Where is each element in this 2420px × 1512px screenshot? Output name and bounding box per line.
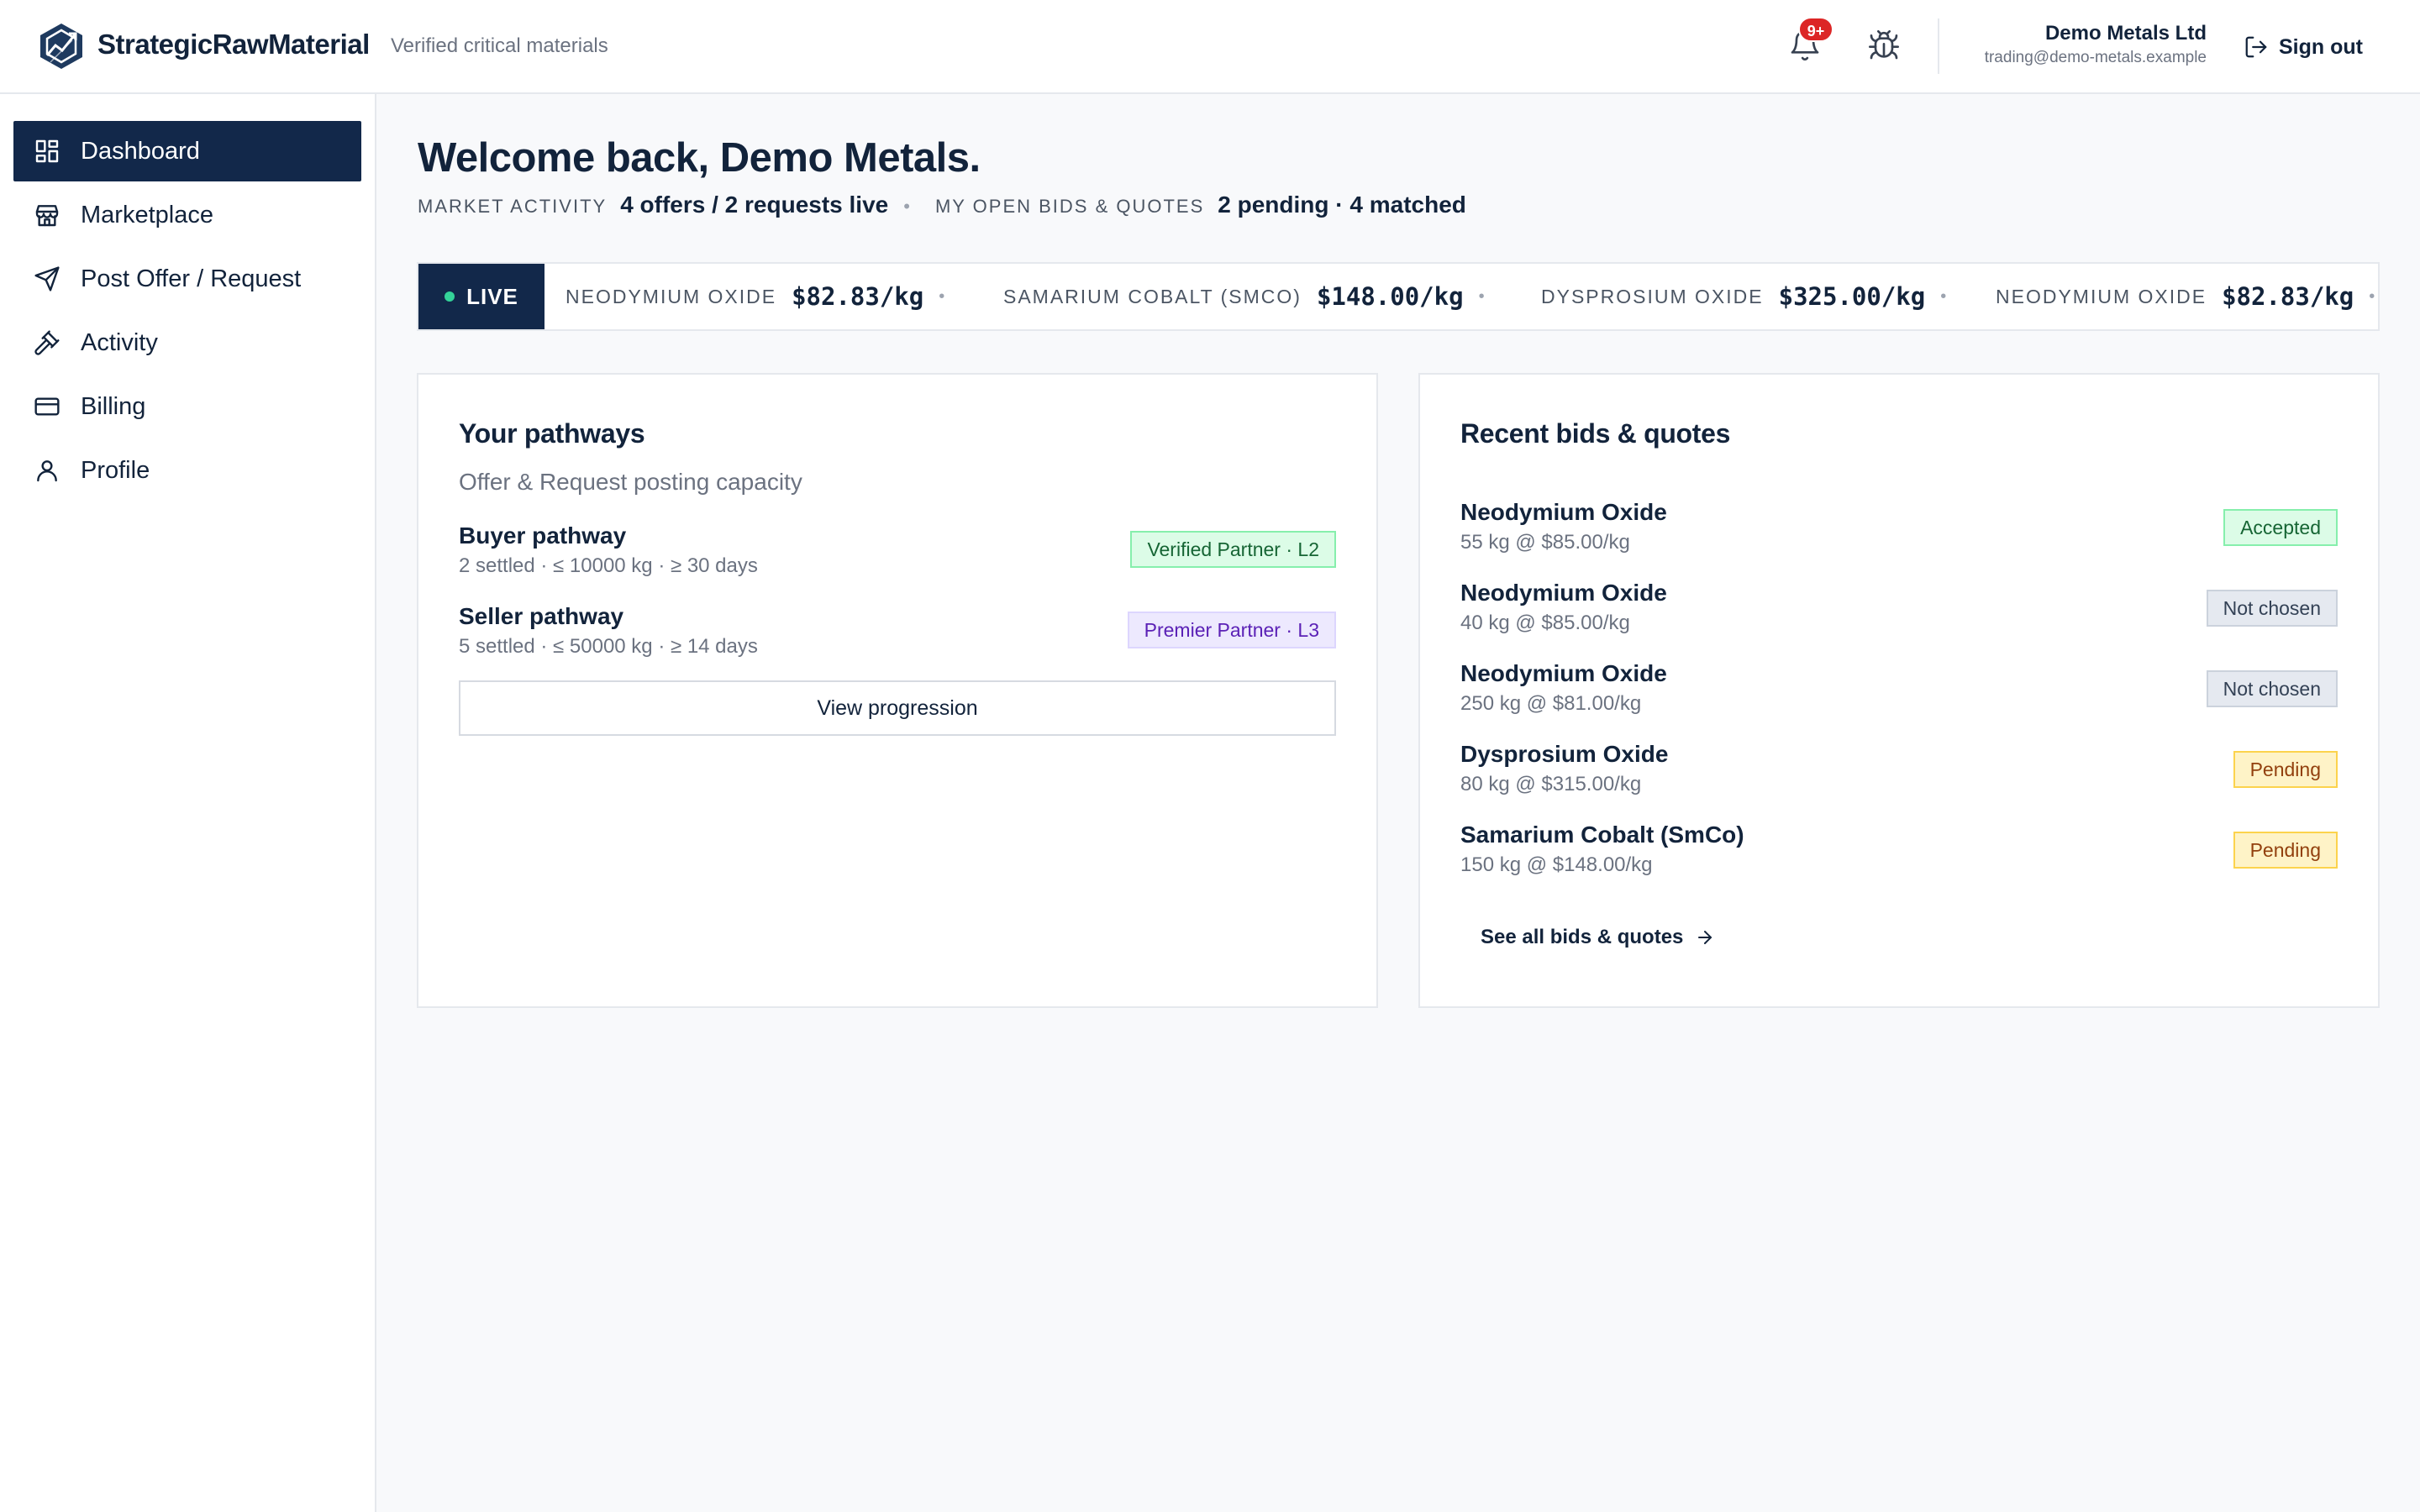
ticker-material: NEODYMIUM OXIDE	[566, 285, 777, 307]
bid-detail: 250 kg @ $81.00/kg	[1460, 692, 1642, 715]
user-icon	[37, 460, 57, 482]
bid-material[interactable]: Dysprosium Oxide	[1460, 741, 1668, 768]
live-indicator: LIVE	[418, 264, 544, 329]
bid-detail: 55 kg @ $85.00/kg	[1460, 531, 1630, 554]
page-title: Welcome back, Demo Metals.	[418, 135, 981, 181]
bid-material[interactable]: Samarium Cobalt (SmCo)	[1460, 822, 1744, 848]
sign-out-label: Sign out	[2279, 34, 2363, 59]
bid-material[interactable]: Neodymium Oxide	[1460, 499, 1667, 526]
dashboard-icon	[35, 139, 59, 163]
pathways-title: Your pathways	[459, 418, 645, 449]
seller-pathway-title: Seller pathway	[459, 603, 624, 629]
bid-detail: 80 kg @ $315.00/kg	[1460, 773, 1642, 795]
sidebar-item-label: Post Offer / Request	[81, 265, 302, 292]
credit-card-icon	[34, 397, 60, 416]
ticker-price: $82.83/kg	[2222, 282, 2354, 311]
open-bids-label: MY OPEN BIDS & QUOTES	[934, 196, 1205, 217]
ticker-item[interactable]: SAMARIUM COBALT (SMCO) $148.00/kg •	[1003, 264, 1485, 329]
see-all-label: See all bids & quotes	[1481, 926, 1684, 948]
sidebar-nav: Dashboard Marketplace Post Offer / Reque…	[0, 94, 376, 1512]
separator-dot: •	[939, 286, 945, 306]
status-badge: Pending	[2233, 832, 2338, 869]
market-activity-value: 4 offers / 2 requests live	[620, 192, 889, 218]
bug-icon	[1869, 30, 1899, 60]
status-badge: Accepted	[2223, 509, 2338, 546]
brand-tagline: Verified critical materials	[391, 34, 608, 57]
buyer-tier-badge: Verified Partner · L2	[1130, 531, 1336, 568]
price-ticker: LIVE NEODYMIUM OXIDE $82.83/kg • SAMARIU…	[417, 262, 2380, 331]
bid-material[interactable]: Neodymium Oxide	[1460, 580, 1667, 606]
brand-logo-icon[interactable]	[37, 22, 86, 71]
ticker-item[interactable]: NEODYMIUM OXIDE $82.83/kg •	[1996, 264, 2375, 329]
sidebar-item-activity[interactable]: Activity	[13, 312, 361, 373]
ticker-price: $82.83/kg	[792, 282, 924, 311]
market-summary: MARKET ACTIVITY 4 offers / 2 requests li…	[418, 192, 1466, 220]
bid-material[interactable]: Neodymium Oxide	[1460, 660, 1667, 687]
buyer-pathway-meta: 2 settled · ≤ 10000 kg · ≥ 30 days	[459, 554, 758, 577]
separator-dot: •	[903, 196, 910, 217]
sidebar-item-label: Marketplace	[81, 201, 213, 228]
ticker-material: NEODYMIUM OXIDE	[1996, 285, 2207, 307]
separator-dot: •	[2369, 286, 2375, 306]
see-all-bids-link[interactable]: See all bids & quotes	[1481, 926, 1715, 949]
notifications-badge: 9+	[1798, 17, 1833, 42]
ticker-material: SAMARIUM COBALT (SMCO)	[1003, 285, 1302, 307]
report-bug-button[interactable]	[1867, 29, 1901, 62]
open-bids-value: 2 pending · 4 matched	[1218, 192, 1466, 218]
sidebar-item-post-offer-request[interactable]: Post Offer / Request	[13, 249, 361, 309]
status-badge: Pending	[2233, 751, 2338, 788]
brand-name[interactable]: StrategicRawMaterial	[97, 29, 370, 60]
header-divider	[1938, 18, 1939, 74]
sidebar-item-label: Dashboard	[81, 137, 200, 165]
sidebar-item-label: Billing	[81, 392, 146, 420]
recent-bids-title: Recent bids & quotes	[1460, 418, 1731, 449]
top-header: StrategicRawMaterial Verified critical m…	[0, 0, 2420, 94]
sidebar-item-label: Activity	[81, 328, 158, 356]
bid-detail: 150 kg @ $148.00/kg	[1460, 853, 1653, 876]
ticker-item[interactable]: DYSPROSIUM OXIDE $325.00/kg •	[1541, 264, 1946, 329]
view-progression-button[interactable]: View progression	[459, 680, 1336, 736]
pathways-card: Your pathways Offer & Request posting ca…	[417, 373, 1378, 1008]
status-badge: Not chosen	[2206, 590, 2338, 627]
account-name: Demo Metals Ltd	[2044, 22, 2207, 45]
gavel-icon	[34, 330, 60, 355]
separator-dot: •	[1478, 286, 1485, 306]
status-badge: Not chosen	[2206, 670, 2338, 707]
live-dot-icon	[445, 291, 455, 302]
ticker-item[interactable]: NEODYMIUM OXIDE $82.83/kg •	[566, 264, 944, 329]
account-email: trading@demo-metals.example	[1984, 49, 2207, 66]
buyer-pathway-title: Buyer pathway	[459, 522, 627, 549]
seller-pathway-meta: 5 settled · ≤ 50000 kg · ≥ 14 days	[459, 635, 758, 658]
market-activity-label: MARKET ACTIVITY	[418, 196, 608, 217]
ticker-price: $325.00/kg	[1778, 282, 1926, 311]
pathways-subtitle: Offer & Request posting capacity	[459, 469, 802, 495]
sidebar-item-billing[interactable]: Billing	[13, 376, 361, 437]
sidebar-item-dashboard[interactable]: Dashboard	[13, 121, 361, 181]
ticker-price: $148.00/kg	[1316, 282, 1464, 311]
store-icon	[35, 205, 59, 227]
arrow-right-icon	[1698, 931, 1712, 944]
separator-dot: •	[1940, 286, 1947, 306]
bid-detail: 40 kg @ $85.00/kg	[1460, 612, 1630, 634]
sidebar-item-profile[interactable]: Profile	[13, 440, 361, 501]
sidebar-item-marketplace[interactable]: Marketplace	[13, 185, 361, 245]
sign-out-button[interactable]: Sign out	[2244, 30, 2363, 64]
live-label: LIVE	[466, 283, 518, 309]
seller-tier-badge: Premier Partner · L3	[1127, 612, 1336, 648]
ticker-material: DYSPROSIUM OXIDE	[1541, 285, 1764, 307]
log-out-icon	[2245, 36, 2267, 58]
sidebar-item-label: Profile	[81, 456, 150, 484]
recent-bids-card: Recent bids & quotes Neodymium Oxide 55 …	[1418, 373, 2380, 1008]
send-icon	[34, 266, 60, 291]
